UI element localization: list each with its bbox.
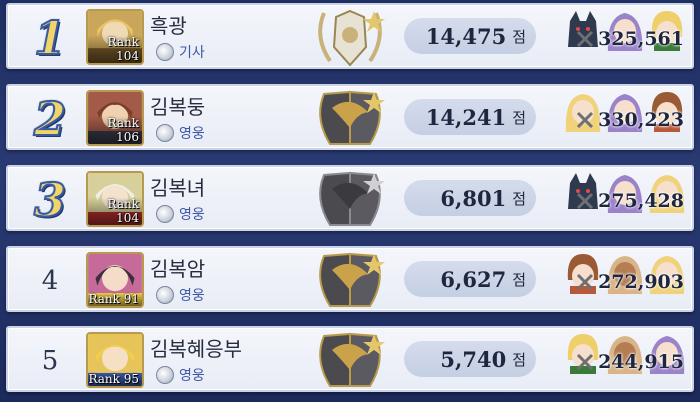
player-rank-label: Rank 104 bbox=[88, 197, 142, 225]
combat-power: 244,915 bbox=[576, 351, 684, 373]
score-display: 14,475 점 bbox=[404, 18, 536, 54]
title-badge-icon bbox=[156, 286, 174, 304]
player-name: 김복녀 bbox=[150, 176, 206, 200]
ranking-row[interactable]: 3 Rank 104 김복녀 영웅 6,801 점 275,428 bbox=[6, 165, 694, 231]
player-rank-label: Rank 106 bbox=[88, 116, 142, 144]
crossed-swords-icon bbox=[577, 111, 594, 129]
ranking-row[interactable]: 5 Rank 95 김복혜응부 영웅 5,740 점 244,915 bbox=[6, 326, 694, 392]
player-rank-label: Rank 95 bbox=[88, 372, 142, 386]
guild-emblem-icon bbox=[318, 9, 385, 67]
party-lineup: 275,428 bbox=[560, 169, 692, 213]
avatar[interactable]: Rank 91 bbox=[86, 252, 144, 308]
score-unit: 점 bbox=[512, 108, 526, 127]
score-unit: 점 bbox=[512, 189, 526, 208]
party-lineup: 330,223 bbox=[560, 88, 692, 132]
score-display: 5,740 점 bbox=[404, 341, 536, 377]
party-lineup: 244,915 bbox=[560, 330, 692, 374]
player-title: 영웅 bbox=[156, 123, 205, 143]
combat-power: 325,561 bbox=[576, 28, 684, 50]
combat-power: 272,903 bbox=[576, 271, 684, 293]
ranking-row[interactable]: 2 Rank 106 김복둥 영웅 14,241 점 330,223 bbox=[6, 84, 694, 150]
score-display: 14,241 점 bbox=[404, 99, 536, 135]
title-badge-icon bbox=[156, 43, 174, 61]
crossed-swords-icon bbox=[577, 192, 594, 210]
crossed-swords-icon bbox=[577, 30, 594, 48]
player-rank-label: Rank 104 bbox=[88, 35, 142, 63]
rank-number: 3 bbox=[33, 172, 67, 228]
combat-power: 330,223 bbox=[576, 109, 684, 131]
ranking-row[interactable]: 1 Rank 104 흑광 기사 14,475 점 325,561 bbox=[6, 3, 694, 69]
rank-number: 1 bbox=[33, 10, 67, 66]
title-badge-icon bbox=[156, 366, 174, 384]
crossed-swords-icon bbox=[577, 353, 594, 371]
title-badge-icon bbox=[156, 124, 174, 142]
party-lineup: 325,561 bbox=[560, 7, 692, 51]
player-name: 흑광 bbox=[150, 14, 187, 38]
player-title: 영웅 bbox=[156, 204, 205, 224]
rank-number: 5 bbox=[41, 346, 59, 376]
score-unit: 점 bbox=[512, 270, 526, 289]
score-value: 14,475 bbox=[425, 23, 507, 49]
ranking-board: 1 Rank 104 흑광 기사 14,475 점 325,561 2 Rank… bbox=[0, 0, 700, 402]
avatar[interactable]: Rank 95 bbox=[86, 332, 144, 388]
title-badge-icon bbox=[156, 205, 174, 223]
player-rank-label: Rank 91 bbox=[88, 292, 142, 306]
score-value: 6,627 bbox=[440, 266, 507, 292]
score-unit: 점 bbox=[512, 350, 526, 369]
combat-power: 275,428 bbox=[576, 190, 684, 212]
player-title: 영웅 bbox=[156, 365, 205, 385]
avatar[interactable]: Rank 104 bbox=[86, 171, 144, 227]
guild-emblem-icon bbox=[319, 171, 385, 226]
avatar[interactable]: Rank 104 bbox=[86, 9, 144, 65]
score-display: 6,801 점 bbox=[404, 180, 536, 216]
party-lineup: 272,903 bbox=[560, 250, 692, 294]
score-value: 5,740 bbox=[440, 346, 507, 372]
player-name: 김복암 bbox=[150, 257, 206, 281]
score-value: 6,801 bbox=[440, 185, 507, 211]
score-unit: 점 bbox=[512, 27, 526, 46]
rank-number: 4 bbox=[41, 266, 59, 296]
crossed-swords-icon bbox=[577, 273, 594, 291]
ranking-row[interactable]: 4 Rank 91 김복암 영웅 6,627 점 272,903 bbox=[6, 246, 694, 312]
guild-emblem-icon bbox=[319, 252, 385, 307]
player-name: 김복둥 bbox=[150, 95, 206, 119]
avatar[interactable]: Rank 106 bbox=[86, 90, 144, 146]
guild-emblem-icon bbox=[319, 90, 385, 145]
player-name: 김복혜응부 bbox=[150, 337, 242, 361]
player-title: 영웅 bbox=[156, 285, 205, 305]
guild-emblem-icon bbox=[319, 332, 385, 387]
player-title: 기사 bbox=[156, 42, 205, 62]
score-display: 6,627 점 bbox=[404, 261, 536, 297]
rank-number: 2 bbox=[33, 91, 67, 147]
score-value: 14,241 bbox=[425, 104, 507, 130]
